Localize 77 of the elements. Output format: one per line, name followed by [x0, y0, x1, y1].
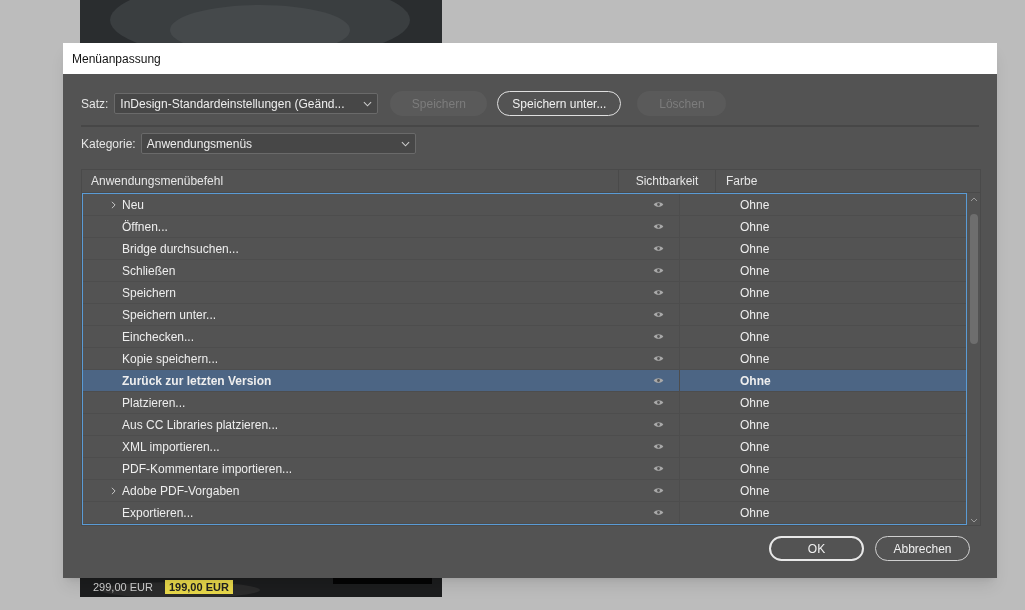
table-row[interactable]: Einchecken... Ohne [83, 326, 966, 348]
eye-icon[interactable] [653, 223, 664, 230]
table-cell-text: Ohne [740, 306, 770, 324]
table-cell-text: Bridge durchsuchen... [122, 240, 239, 258]
scroll-thumb[interactable] [969, 214, 978, 344]
eye-icon[interactable] [653, 245, 664, 252]
eye-icon[interactable] [653, 399, 664, 406]
eye-icon[interactable] [653, 421, 664, 428]
eye-icon[interactable] [653, 201, 664, 208]
eye-icon[interactable] [653, 487, 664, 494]
eye-icon[interactable] [653, 289, 664, 296]
table-cell-text: Speichern [122, 284, 177, 302]
table-cell-text: Ohne [740, 438, 770, 456]
old-price: 299,00 EUR [93, 580, 153, 594]
table-cell-text: Ohne [740, 394, 770, 412]
table-cell-text: Platzieren... [122, 394, 186, 412]
table-cell-text: Öffnen... [122, 218, 168, 236]
table-cell-text: Ohne [740, 196, 770, 214]
column-header: Anwendungsmenübefehl [90, 173, 225, 190]
table-cell-text: Ohne [740, 328, 770, 346]
eye-icon[interactable] [653, 333, 664, 340]
table-row[interactable]: Neu Ohne [83, 194, 966, 216]
table-row[interactable]: PDF-Kommentare importieren... Ohne [83, 458, 966, 480]
table-cell-text: Exportieren... [122, 504, 194, 522]
table-cell-text: Schließen [122, 262, 176, 280]
chevron-right-icon[interactable] [111, 200, 116, 209]
table-cell-text: Einchecken... [122, 328, 195, 346]
table-cell-text: Adobe PDF-Vorgaben [122, 482, 240, 500]
table-cell-text: PDF-Kommentare importieren... [122, 460, 293, 478]
table-row[interactable]: Adobe PDF-Vorgaben Ohne [83, 480, 966, 502]
table-cell-text: Ohne [740, 482, 770, 500]
table-row[interactable]: Schließen Ohne [83, 260, 966, 282]
table-cell-text: Ohne [740, 372, 771, 390]
scroll-down-icon[interactable] [969, 518, 978, 523]
table-cell-text: XML importieren... [122, 438, 220, 456]
eye-icon[interactable] [653, 355, 664, 362]
table-cell-text: Ohne [740, 416, 770, 434]
table-row[interactable]: Bridge durchsuchen... Ohne [83, 238, 966, 260]
eye-icon[interactable] [653, 443, 664, 450]
table-cell-text: Ohne [740, 240, 770, 258]
eye-icon[interactable] [653, 377, 664, 384]
table-cell-text: Neu [122, 196, 144, 214]
table-row[interactable]: Öffnen... Ohne [83, 216, 966, 238]
table-cell-text: Ohne [740, 460, 770, 478]
table-row[interactable]: Zurück zur letzten Version Ohne [83, 370, 966, 392]
table-cell-text: Speichern unter... [122, 306, 217, 324]
table-cell-text: Kopie speichern... [122, 350, 219, 368]
chevron-right-icon[interactable] [111, 486, 116, 495]
eye-icon[interactable] [653, 509, 664, 516]
scroll-up-icon[interactable] [969, 197, 978, 202]
field-label: Satz: [81, 95, 109, 113]
table-row[interactable]: Aus CC Libraries platzieren... Ohne [83, 414, 966, 436]
table-row[interactable]: Platzieren... Ohne [83, 392, 966, 414]
chevron-down-icon [400, 140, 410, 147]
sale-price: 199,00 EUR [164, 580, 233, 594]
set-dropdown[interactable]: InDesign-Standardeinstellungen (Geänd... [114, 93, 379, 114]
chevron-down-icon [363, 100, 373, 107]
column-header: Farbe [715, 170, 980, 192]
table-cell-text: Ohne [740, 284, 770, 302]
table-row[interactable]: Speichern unter... Ohne [83, 304, 966, 326]
table-cell-text: Ohne [740, 504, 770, 522]
field-label: Kategorie: [81, 135, 136, 153]
table-cell-text: Ohne [740, 218, 770, 236]
eye-icon[interactable] [653, 311, 664, 318]
column-header: Sichtbarkeit [618, 170, 715, 192]
table-cell-text: Ohne [740, 262, 770, 280]
table-row[interactable]: Exportieren... Ohne [83, 502, 966, 524]
dialog-button[interactable]: OK [769, 536, 864, 561]
eye-icon[interactable] [653, 267, 664, 274]
window-title: Menüanpassung [72, 50, 161, 68]
eye-icon[interactable] [653, 465, 664, 472]
table-cell-text: Zurück zur letzten Version [122, 372, 272, 390]
table-cell-text: Aus CC Libraries platzieren... [122, 416, 279, 434]
table-row[interactable]: XML importieren... Ohne [83, 436, 966, 458]
category-dropdown[interactable]: Anwendungsmenüs [140, 133, 416, 154]
table-cell-text: Ohne [740, 350, 770, 368]
table-row[interactable]: Speichern Ohne [83, 282, 966, 304]
